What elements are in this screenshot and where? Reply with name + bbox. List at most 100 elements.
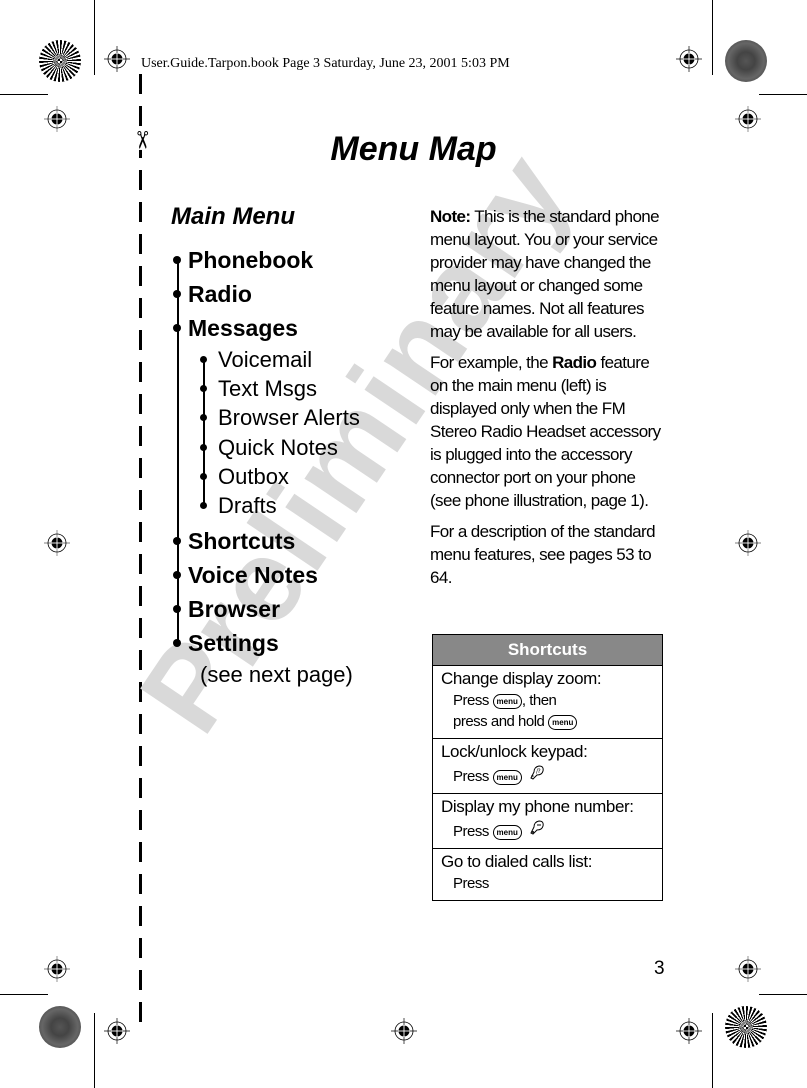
- note-section: Note: This is the standard phone menu la…: [430, 205, 670, 597]
- star-target-icon: [725, 1006, 767, 1048]
- submenu-item-label: Voicemail: [218, 347, 313, 372]
- shortcut-row-dialed-calls: Go to dialed calls list: Press: [433, 849, 662, 900]
- registration-mark-icon: [44, 956, 70, 982]
- menu-item-shortcuts: Shortcuts: [170, 525, 360, 559]
- example-text: For example, the: [430, 353, 553, 372]
- submenu-item-voicemail: Voicemail: [200, 346, 360, 375]
- crop-line: [712, 1013, 713, 1088]
- bullet-icon: [173, 256, 181, 264]
- bullet-icon: [200, 414, 207, 422]
- registration-mark-icon: [735, 956, 761, 982]
- submenu-item-label: Drafts: [218, 492, 277, 518]
- bullet-icon: [200, 443, 207, 451]
- example-text: feature on the main menu (left) is displ…: [430, 353, 661, 510]
- bullet-icon: [200, 385, 207, 393]
- instruction-text: press and hold: [453, 713, 549, 730]
- crop-line: [759, 94, 807, 95]
- menu-item-label: Shortcuts: [188, 528, 296, 555]
- shortcut-instruction: Press menu /? *: [441, 763, 662, 787]
- menu-item-label: Phonebook: [188, 247, 314, 273]
- crop-line: [0, 94, 48, 95]
- menu-item-browser: Browser: [170, 593, 360, 627]
- shortcut-row-my-number: Display my phone number: Press menu: [433, 794, 662, 849]
- radio-term: Radio: [552, 353, 597, 372]
- bullet-icon: [200, 356, 207, 363]
- star-target-icon: [39, 40, 81, 82]
- cut-line: [139, 74, 142, 1034]
- crop-line: [712, 0, 713, 75]
- shortcut-instruction: Press menu: [441, 818, 662, 842]
- instruction-text: Press: [453, 768, 493, 785]
- menu-item-label: Messages: [188, 315, 298, 341]
- bullet-icon: [200, 501, 207, 509]
- shortcut-title: Go to dialed calls list:: [441, 852, 593, 871]
- settings-see-next-note: (see next page): [200, 662, 353, 688]
- registration-mark-icon: [735, 106, 761, 132]
- bullet-icon: [173, 537, 181, 546]
- menu-key-icon: menu: [548, 715, 578, 730]
- svg-text:*: *: [531, 774, 534, 781]
- note-text: This is the standard phone menu layout. …: [430, 207, 660, 341]
- bullet-icon: [173, 571, 181, 580]
- crop-line: [0, 994, 48, 995]
- registration-mark-icon: [391, 1018, 417, 1044]
- shortcut-row-display-zoom: Change display zoom: Press menu, then pr…: [433, 666, 662, 739]
- star-target-icon: [725, 40, 767, 82]
- registration-mark-icon: [104, 1018, 130, 1044]
- crop-line: [94, 0, 95, 75]
- shortcut-instruction: Press menu, then: [441, 690, 662, 711]
- main-menu-heading: Main Menu: [171, 203, 295, 230]
- svg-text:/?: /?: [536, 768, 541, 775]
- registration-mark-icon: [44, 106, 70, 132]
- bullet-icon: [173, 605, 181, 614]
- key-star-icon: /? *: [528, 763, 546, 787]
- menu-key-icon: menu: [492, 770, 522, 785]
- star-target-icon: [39, 1006, 81, 1048]
- note-paragraph: Note: This is the standard phone menu la…: [430, 205, 670, 343]
- menu-item-label: Radio: [188, 281, 252, 307]
- description-paragraph: For a description of the standard menu f…: [430, 522, 656, 587]
- main-menu-tree: Phonebook Radio Messages Voicemail Text …: [170, 244, 360, 689]
- submenu-item-drafts: Drafts: [200, 492, 360, 521]
- submenu-item-label: Quick Notes: [218, 434, 338, 460]
- submenu-item-label: Browser Alerts: [218, 405, 360, 431]
- registration-mark-icon: [676, 46, 702, 72]
- key-hash-icon: [528, 818, 546, 842]
- shortcut-title: Lock/unlock keypad:: [441, 742, 588, 761]
- registration-mark-icon: [676, 1018, 702, 1044]
- menu-item-label: Settings: [188, 630, 279, 657]
- instruction-text: Press: [453, 692, 493, 709]
- shortcut-title: Display my phone number:: [441, 797, 634, 816]
- shortcut-title: Change display zoom:: [441, 669, 602, 688]
- registration-mark-icon: [44, 530, 70, 556]
- registration-mark-icon: [104, 46, 130, 72]
- submenu-item-text-msgs: Text Msgs: [200, 375, 360, 404]
- registration-mark-icon: [735, 530, 761, 556]
- menu-item-messages: Messages: [170, 312, 360, 346]
- instruction-text: Press: [453, 823, 493, 840]
- bullet-icon: [200, 472, 207, 480]
- menu-item-phonebook: Phonebook: [170, 244, 360, 278]
- submenu-item-label: Text Msgs: [218, 376, 318, 402]
- menu-key-icon: menu: [492, 694, 522, 709]
- print-header: User.Guide.Tarpon.book Page 3 Saturday, …: [141, 56, 510, 71]
- shortcuts-table: Shortcuts Change display zoom: Press men…: [432, 634, 663, 901]
- shortcut-row-lock-keypad: Lock/unlock keypad: Press menu /? *: [433, 739, 662, 794]
- note-label: Note:: [430, 207, 471, 226]
- submenu-item-outbox: Outbox: [200, 463, 360, 492]
- bullet-icon: [173, 290, 181, 298]
- page-title: Menu Map: [330, 130, 497, 168]
- submenu-item-browser-alerts: Browser Alerts: [200, 404, 360, 433]
- submenu-item-quick-notes: Quick Notes: [200, 434, 360, 463]
- menu-item-label: Browser: [188, 596, 281, 623]
- menu-item-settings: Settings: [170, 627, 360, 661]
- page-number: 3: [654, 958, 665, 979]
- instruction-text: , then: [521, 692, 557, 709]
- shortcuts-table-header: Shortcuts: [433, 635, 662, 666]
- menu-key-icon: menu: [492, 825, 522, 840]
- bullet-icon: [173, 324, 181, 332]
- menu-item-label: Voice Notes: [188, 562, 318, 589]
- menu-item-radio: Radio: [170, 278, 360, 312]
- example-paragraph: For example, the Radio feature on the ma…: [430, 351, 670, 512]
- shortcut-instruction: press and hold menu: [441, 711, 662, 732]
